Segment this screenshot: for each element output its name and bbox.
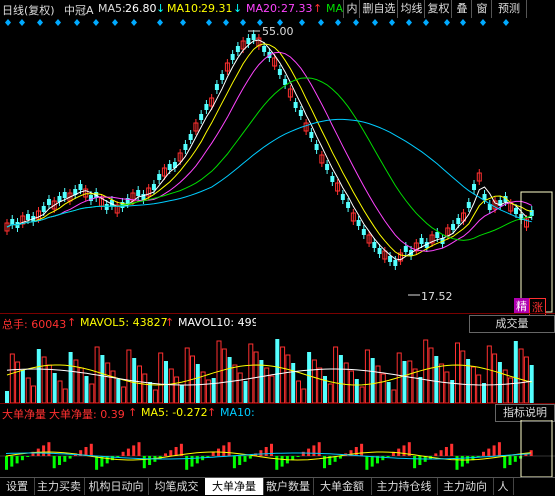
ma10-value: 29.31 xyxy=(201,2,233,15)
toolbar-inner-button[interactable]: 内 xyxy=(343,0,360,18)
price-chart[interactable] xyxy=(0,27,555,313)
indicator-tabs: 设置 主力买卖 机构日动向 均笔成交 大单净量 散户数量 大单金额 主力持仓线 主力动向人 xyxy=(0,477,555,496)
toolbar-forecast-button[interactable]: 预测 xyxy=(491,0,527,18)
net-ma5-label: MA5: -0.272 xyxy=(141,406,208,419)
volume-total-arrow: ↑ xyxy=(67,316,77,329)
event-marker-icon xyxy=(353,19,359,26)
tab-0[interactable]: 设置 xyxy=(0,478,35,495)
volume-total-label: 总手: 60043 xyxy=(2,318,67,331)
event-marker-icon xyxy=(206,19,212,26)
selection-box xyxy=(520,420,553,477)
toolbar-adjust-button[interactable]: 复权 xyxy=(424,0,452,18)
event-marker-icon xyxy=(406,19,412,26)
volume-chart[interactable] xyxy=(0,331,555,403)
stock-name: 中冠A xyxy=(64,4,94,17)
ma10-label: MA10: xyxy=(167,2,202,15)
event-marker-icon xyxy=(372,19,378,26)
event-marker-icon xyxy=(180,19,186,26)
event-marker-icon xyxy=(423,19,429,26)
mavol5-arrow: ↑ xyxy=(165,316,175,329)
toolbar-remove-watchlist-button[interactable]: 删自选 xyxy=(359,0,398,18)
ma5-arrow: ↓ xyxy=(156,2,166,15)
toolbar-window-button[interactable]: 窗 xyxy=(471,0,492,18)
high-price-label: 55.00 xyxy=(262,25,294,38)
ma5-value: 26.80 xyxy=(125,2,157,15)
tab-1[interactable]: 主力买卖 xyxy=(34,478,85,495)
event-marker-icon xyxy=(112,19,118,26)
event-marker-icon xyxy=(131,19,137,26)
tab-7[interactable]: 主力持仓线 xyxy=(371,478,438,495)
event-marker-icon xyxy=(55,19,61,26)
event-marker-icon xyxy=(223,19,229,26)
event-marker-icon xyxy=(37,19,43,26)
event-marker-icon xyxy=(299,19,305,26)
net-value-arrow: ↑ xyxy=(128,406,138,419)
event-marker-icon xyxy=(503,19,509,26)
ma20-value: 27.33 xyxy=(281,2,313,15)
ma5-label: MA5: xyxy=(98,2,126,15)
event-marker-icon xyxy=(240,19,246,26)
ma-more: MA xyxy=(326,2,344,15)
divider xyxy=(0,403,555,404)
tab-3[interactable]: 均笔成交 xyxy=(148,478,206,495)
badge-jing[interactable]: 精 xyxy=(514,298,529,314)
event-marker-icon xyxy=(5,19,11,26)
event-marker-icon xyxy=(335,19,341,26)
net-volume-chart[interactable] xyxy=(0,420,555,477)
event-marker-icon xyxy=(19,19,25,26)
chart-header: 日线(复权) 中冠A MA5: 26.80 ↓ MA10: 29.31 ↓ MA… xyxy=(0,0,555,18)
ma20-arrow: ↑ xyxy=(313,2,323,15)
event-marker-icon xyxy=(389,19,395,26)
divider xyxy=(0,313,555,314)
ma20-label: MA20: xyxy=(246,2,281,15)
ma10-arrow: ↓ xyxy=(233,2,243,15)
toolbar-ma-button[interactable]: 均线 xyxy=(397,0,425,18)
event-marker-icon xyxy=(480,19,486,26)
tab-5[interactable]: 散户数量 xyxy=(263,478,314,495)
event-marker-icon xyxy=(93,19,99,26)
tab-2[interactable]: 机构日动向 xyxy=(84,478,149,495)
net-ma5-arrow: ↑ xyxy=(207,406,217,419)
mavol5-label: MAVOL5: 43827 xyxy=(80,316,168,329)
event-marker-icon xyxy=(157,19,163,26)
tab-4[interactable]: 大单净量 xyxy=(205,478,264,495)
tab-8[interactable]: 主力动向 xyxy=(437,478,494,495)
event-marker-icon xyxy=(444,19,450,26)
low-price-label: 17.52 xyxy=(421,290,453,303)
event-marker-icon xyxy=(460,19,466,26)
toolbar-overlay-button[interactable]: 叠 xyxy=(451,0,472,18)
event-marker-icon xyxy=(74,19,80,26)
period-label[interactable]: 日线(复权) xyxy=(2,2,55,18)
tab-6[interactable]: 大单金额 xyxy=(313,478,372,495)
event-marker-icon xyxy=(318,19,324,26)
mavol10-label: MAVOL10: 4992 xyxy=(178,316,256,329)
tab-9[interactable]: 人 xyxy=(493,478,514,495)
net-ma10-label: MA10: -0.163 xyxy=(220,406,254,419)
